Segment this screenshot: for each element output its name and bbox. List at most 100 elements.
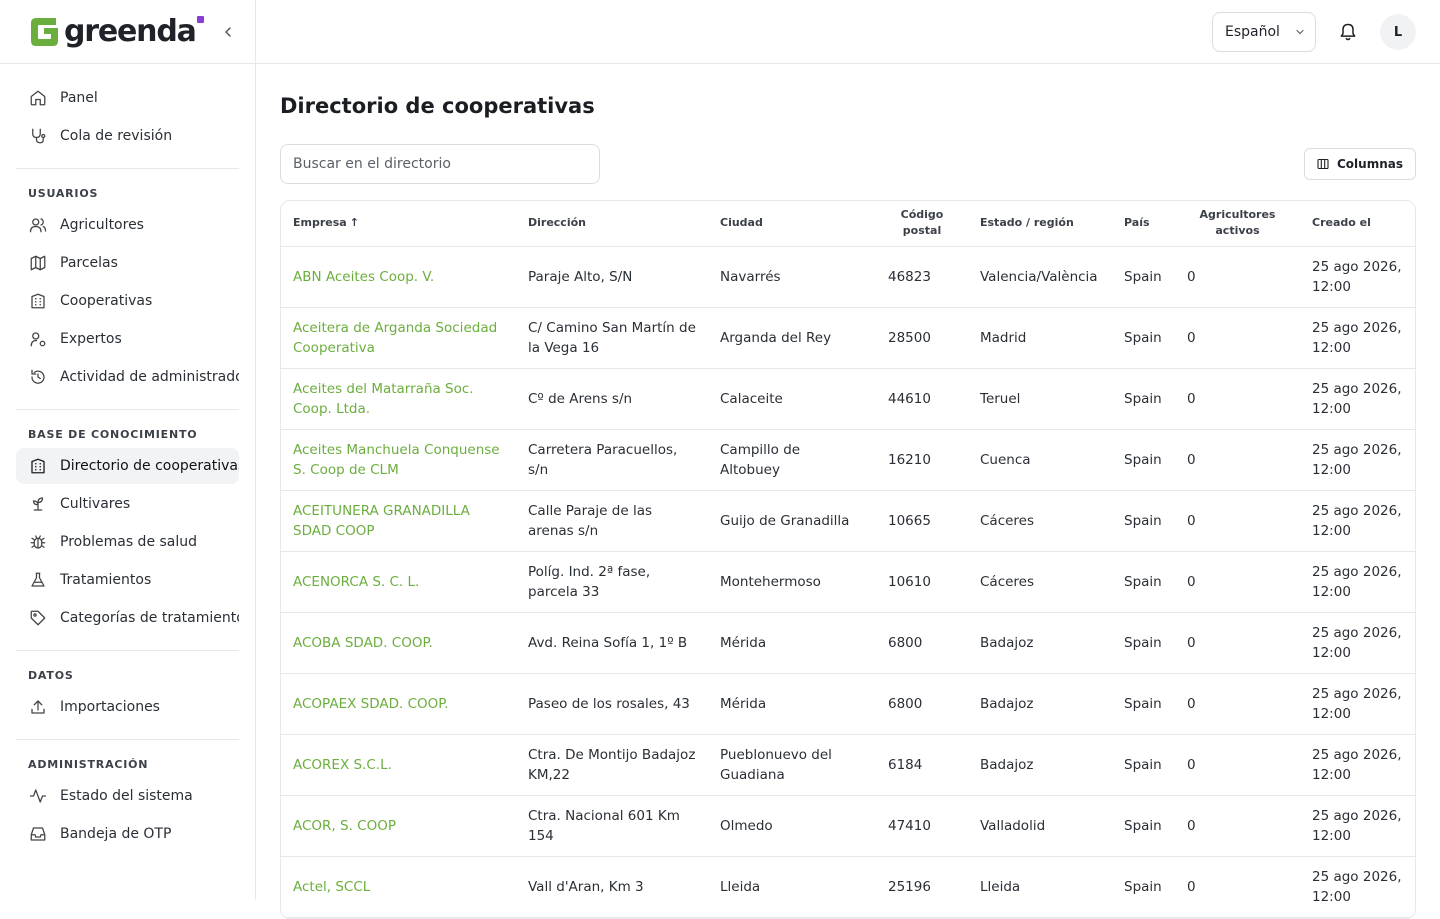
table-row[interactable]: ACENORCA S. C. L. Políg. Ind. 2ª fase, pa…: [281, 551, 1415, 613]
table-row[interactable]: ACOPAEX SDAD. COOP. Paseo de los rosales,…: [281, 673, 1415, 735]
table-toolbar: Columnas: [280, 144, 1416, 184]
sidebar-item-review-queue[interactable]: Cola de revisión: [16, 118, 239, 154]
column-header-active-farmers[interactable]: Agricultores activos: [1175, 201, 1300, 247]
building-icon: [28, 291, 48, 311]
company-link[interactable]: Aceites del Matarraña Soc. Coop. Ltda.: [281, 368, 516, 430]
company-link[interactable]: Aceites Manchuela Conquense S. Coop de C…: [281, 429, 516, 491]
city-cell: Pueblonuevo del Guadiana: [708, 734, 876, 796]
table-row[interactable]: ABN Aceites Coop. V. Paraje Alto, S/N Nava…: [281, 246, 1415, 308]
sidebar-item-treatments[interactable]: Tratamientos: [16, 562, 239, 598]
sidebar-item-panel[interactable]: Panel: [16, 80, 239, 116]
sidebar-item-cooperative-directory[interactable]: Directorio de cooperativas: [16, 448, 239, 484]
address-cell: Calle Paraje de las arenas s/n: [516, 490, 708, 552]
table-row[interactable]: ACOREX S.C.L. Ctra. De Montijo Badajoz KM…: [281, 734, 1415, 796]
company-link[interactable]: ACEITUNERA GRANADILLA SDAD COOP: [281, 490, 516, 552]
sidebar-item-health-problems[interactable]: Problemas de salud: [16, 524, 239, 560]
nav-group-data: DATOS Importaciones: [16, 651, 239, 740]
created-at-cell: 25 ago 2026, 12:00: [1300, 612, 1415, 674]
company-link[interactable]: Aceitera de Arganda Sociedad Cooperativa: [281, 307, 516, 369]
sidebar: greenda Panel Cola de revisión USUARIOS: [0, 0, 256, 900]
created-at-cell: 25 ago 2026, 12:00: [1300, 551, 1415, 613]
table-row[interactable]: ACOR, S. COOP Ctra. Nacional 601 Km 154 Ol…: [281, 795, 1415, 857]
column-header-company[interactable]: Empresa ↑: [281, 201, 516, 247]
country-cell: Spain: [1112, 551, 1175, 613]
active-farmers-cell: 0: [1175, 368, 1300, 430]
company-link[interactable]: ACOBA SDAD. COOP.: [281, 612, 516, 674]
postal-code-cell: 16210: [876, 429, 968, 491]
company-link[interactable]: ACOREX S.C.L.: [281, 734, 516, 796]
sidebar-item-admin-activity[interactable]: Actividad de administrador: [16, 359, 239, 395]
country-cell: Spain: [1112, 307, 1175, 369]
region-cell: Badajoz: [968, 612, 1112, 674]
sidebar-item-plots[interactable]: Parcelas: [16, 245, 239, 281]
language-selected-value: Español: [1225, 24, 1280, 40]
city-cell: Guijo de Granadilla: [708, 490, 876, 552]
sidebar-item-cultivars[interactable]: Cultivares: [16, 486, 239, 522]
chevron-down-icon: [1296, 29, 1304, 35]
sidebar-item-label: Expertos: [60, 331, 122, 347]
sidebar-item-cooperatives[interactable]: Cooperativas: [16, 283, 239, 319]
language-select[interactable]: Español: [1212, 12, 1316, 52]
collapse-sidebar-button[interactable]: [218, 22, 238, 42]
sidebar-item-imports[interactable]: Importaciones: [16, 689, 239, 725]
directory-search-input[interactable]: [280, 144, 600, 184]
nav-group-primary: Panel Cola de revisión: [16, 64, 239, 169]
history-icon: [28, 367, 48, 387]
created-at-cell: 25 ago 2026, 12:00: [1300, 734, 1415, 796]
city-cell: Lleida: [708, 856, 876, 918]
flask-icon: [28, 570, 48, 590]
user-avatar[interactable]: L: [1380, 14, 1416, 50]
sidebar-item-label: Importaciones: [60, 699, 160, 715]
country-cell: Spain: [1112, 612, 1175, 674]
country-cell: Spain: [1112, 795, 1175, 857]
city-cell: Calaceite: [708, 368, 876, 430]
region-cell: Badajoz: [968, 673, 1112, 735]
sidebar-item-farmers[interactable]: Agricultores: [16, 207, 239, 243]
stethoscope-icon: [28, 126, 48, 146]
column-header-country[interactable]: País: [1112, 201, 1175, 247]
sidebar-item-label: Agricultores: [60, 217, 144, 233]
column-header-created-at[interactable]: Creado el: [1300, 201, 1415, 247]
sidebar-item-system-status[interactable]: Estado del sistema: [16, 778, 239, 814]
chevron-left-icon: [225, 27, 231, 37]
table-header-row: Empresa ↑ Dirección Ciudad Código postal …: [281, 201, 1415, 247]
city-cell: Mérida: [708, 673, 876, 735]
top-bar: Español L: [256, 0, 1440, 64]
column-header-city[interactable]: Ciudad: [708, 201, 876, 247]
main-content: Directorio de cooperativas Columnas Empr…: [280, 64, 1416, 919]
address-cell: Avd. Reina Sofía 1, 1º B: [516, 612, 708, 674]
city-cell: Campillo de Altobuey: [708, 429, 876, 491]
company-link[interactable]: ACOPAEX SDAD. COOP.: [281, 673, 516, 735]
column-header-address[interactable]: Dirección: [516, 201, 708, 247]
company-link[interactable]: ACOR, S. COOP: [281, 795, 516, 857]
table-row[interactable]: Actel, SCCL Vall d'Aran, Km 3 Lleida 25196 L…: [281, 856, 1415, 918]
country-cell: Spain: [1112, 856, 1175, 918]
table-row[interactable]: Aceites del Matarraña Soc. Coop. Ltda. Cº…: [281, 368, 1415, 430]
active-farmers-cell: 0: [1175, 490, 1300, 552]
company-link[interactable]: Actel, SCCL: [281, 856, 516, 918]
table-row[interactable]: ACEITUNERA GRANADILLA SDAD COOP Calle Par…: [281, 490, 1415, 552]
postal-code-cell: 6800: [876, 612, 968, 674]
column-header-region[interactable]: Estado / región: [968, 201, 1112, 247]
sidebar-item-treatment-categories[interactable]: Categorías de tratamiento: [16, 600, 239, 636]
city-cell: Olmedo: [708, 795, 876, 857]
created-at-cell: 25 ago 2026, 12:00: [1300, 246, 1415, 308]
address-cell: C/ Camino San Martín de la Vega 16: [516, 307, 708, 369]
column-header-postal-code[interactable]: Código postal: [876, 201, 968, 247]
table-row[interactable]: ACOBA SDAD. COOP. Avd. Reina Sofía 1, 1º …: [281, 612, 1415, 674]
region-cell: Cáceres: [968, 551, 1112, 613]
company-link[interactable]: ACENORCA S. C. L.: [281, 551, 516, 613]
company-link[interactable]: ABN Aceites Coop. V.: [281, 246, 516, 308]
active-farmers-cell: 0: [1175, 612, 1300, 674]
sidebar-item-experts[interactable]: Expertos: [16, 321, 239, 357]
sidebar-item-label: Cola de revisión: [60, 128, 173, 144]
table-row[interactable]: Aceites Manchuela Conquense S. Coop de C…: [281, 429, 1415, 491]
notifications-button[interactable]: [1334, 18, 1362, 46]
columns-button[interactable]: Columnas: [1304, 148, 1416, 180]
address-cell: Paraje Alto, S/N: [516, 246, 708, 308]
address-cell: Vall d'Aran, Km 3: [516, 856, 708, 918]
sidebar-item-otp-inbox[interactable]: Bandeja de OTP: [16, 816, 239, 852]
country-cell: Spain: [1112, 734, 1175, 796]
sidebar-item-label: Actividad de administrador: [60, 369, 239, 385]
table-row[interactable]: Aceitera de Arganda Sociedad Cooperativa…: [281, 307, 1415, 369]
